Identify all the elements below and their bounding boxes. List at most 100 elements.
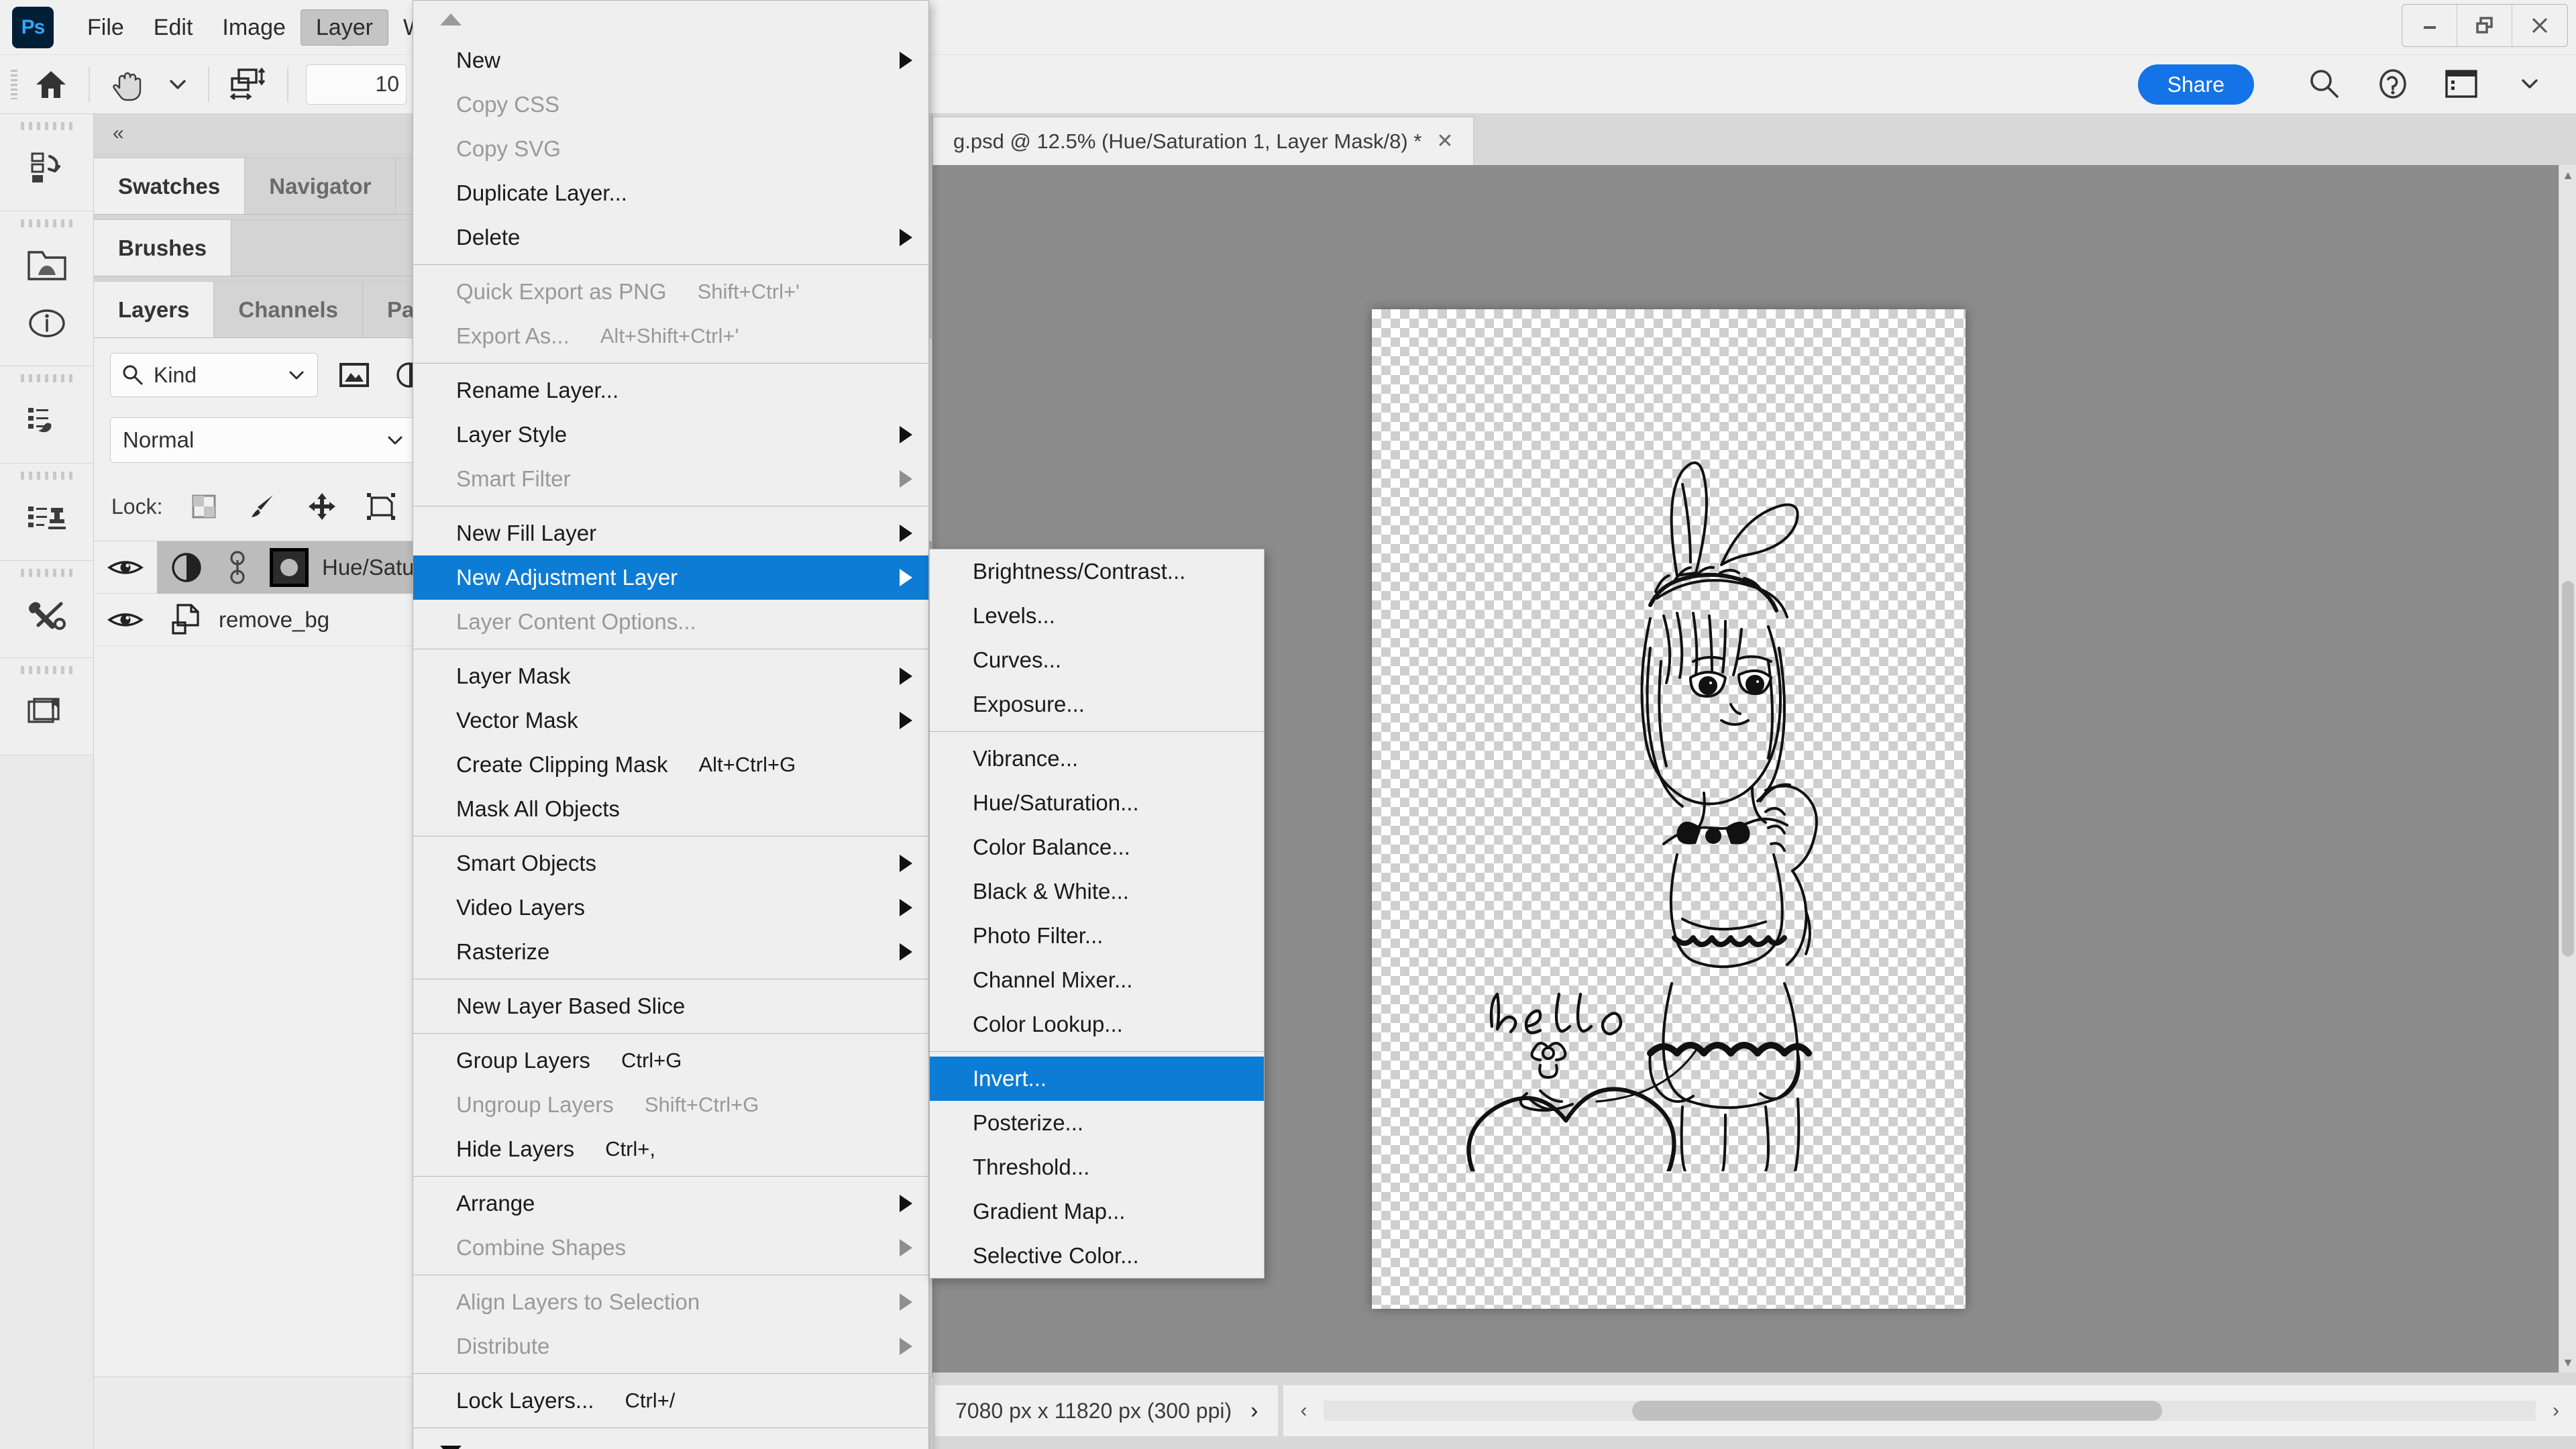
tool-options-chevron[interactable] [157,55,199,114]
close-icon[interactable]: ✕ [1436,129,1453,153]
lock-position-button[interactable] [305,489,339,524]
rail-group-brush-presets[interactable] [0,366,93,464]
active-tool-button[interactable] [99,55,157,114]
workspace-chevron[interactable] [2510,64,2549,103]
brush-presets-icon[interactable] [13,392,80,449]
scroll-up-arrow-icon[interactable]: ▲ [2559,165,2576,185]
layer-comps-icon[interactable] [13,684,80,741]
menubar-item-edit[interactable]: Edit [139,10,208,45]
minimize-button[interactable] [2402,5,2457,46]
layer-menu-item-video-layers[interactable]: Video Layers [413,885,928,930]
rail-group-clone-source[interactable] [0,464,93,561]
menubar-item-image[interactable]: Image [207,10,301,45]
menu-scroll-down[interactable] [413,1433,928,1449]
adjustment-menu-item-invert[interactable]: Invert... [930,1057,1264,1101]
layer-menu-item-rasterize[interactable]: Rasterize [413,930,928,974]
mask-link-icon[interactable] [219,549,256,586]
rail-grip[interactable] [21,122,73,130]
rail-grip[interactable] [21,666,73,674]
lock-image-pixels-button[interactable] [246,489,280,524]
layer-menu-item-new-adjustment-layer[interactable]: New Adjustment Layer [413,555,928,600]
tool-presets-icon[interactable] [13,586,80,644]
rail-grip[interactable] [21,219,73,227]
filter-pixel-layers-button[interactable] [335,356,373,394]
rail-group-libraries[interactable] [0,211,93,366]
adjustment-menu-item-hue-saturation[interactable]: Hue/Saturation... [930,781,1264,825]
scroll-left-arrow-icon[interactable]: ‹ [1283,1399,1324,1422]
lock-artboard-nesting-button[interactable] [364,489,398,524]
new-adjustment-layer-submenu[interactable]: Brightness/Contrast...Levels...Curves...… [929,549,1265,1279]
share-button[interactable]: Share [2138,64,2254,105]
canvas-horizontal-scrollbar[interactable]: ‹ › [1283,1385,2576,1436]
adjustment-menu-item-posterize[interactable]: Posterize... [930,1101,1264,1145]
menubar-item-layer[interactable]: Layer [301,9,388,46]
layer-menu-item-vector-mask[interactable]: Vector Mask [413,698,928,743]
tab-layers[interactable]: Layers [94,281,214,337]
tab-swatches[interactable]: Swatches [94,158,245,214]
restore-button[interactable] [2457,5,2512,46]
scrollbar-thumb[interactable] [2562,581,2574,957]
rail-grip[interactable] [21,569,73,577]
scrollbar-thumb[interactable] [1632,1401,2162,1421]
adjustment-halfcircle-icon[interactable] [168,549,205,586]
zoom-input[interactable]: 10 [306,64,407,105]
adjustment-menu-item-color-lookup[interactable]: Color Lookup... [930,1002,1264,1046]
close-button[interactable] [2512,5,2567,46]
adjustment-menu-item-curves[interactable]: Curves... [930,638,1264,682]
clone-source-icon[interactable] [13,489,80,547]
adjustment-menu-item-photo-filter[interactable]: Photo Filter... [930,914,1264,958]
home-button[interactable] [23,55,79,114]
layer-menu-item-rename-layer[interactable]: Rename Layer... [413,368,928,413]
adjustment-menu-item-vibrance[interactable]: Vibrance... [930,737,1264,781]
layer-menu-dropdown[interactable]: NewCopy CSSCopy SVGDuplicate Layer...Del… [413,0,929,1449]
layer-menu-item-duplicate-layer[interactable]: Duplicate Layer... [413,171,928,215]
document-info[interactable]: 7080 px x 11820 px (300 ppi) › [935,1385,1278,1436]
layer-menu-item-new-layer-based-slice[interactable]: New Layer Based Slice [413,984,928,1028]
scrollbar-track[interactable] [1324,1401,2536,1421]
lock-transparent-pixels-button[interactable] [186,489,221,524]
menu-scroll-up[interactable] [413,1,928,38]
layer-menu-item-delete[interactable]: Delete [413,215,928,260]
adjustment-menu-item-brightness-contrast[interactable]: Brightness/Contrast... [930,549,1264,594]
layer-menu-item-lock-layers[interactable]: Lock Layers...Ctrl+/ [413,1379,928,1423]
blend-mode-select[interactable]: Normal [110,417,419,463]
document-canvas[interactable] [1372,309,1966,1309]
rail-group-history[interactable] [0,114,93,211]
adjustment-menu-item-gradient-map[interactable]: Gradient Map... [930,1189,1264,1234]
info-circle-icon[interactable] [13,294,80,352]
tab-brushes[interactable]: Brushes [94,219,231,276]
rail-grip[interactable] [21,472,73,480]
layer-menu-item-new[interactable]: New [413,38,928,83]
help-button[interactable] [2373,64,2412,103]
document-tab[interactable]: g.psd @ 12.5% (Hue/Saturation 1, Layer M… [932,117,1474,165]
layer-menu-item-smart-objects[interactable]: Smart Objects [413,841,928,885]
smart-object-icon[interactable] [168,601,205,639]
adjustment-menu-item-threshold[interactable]: Threshold... [930,1145,1264,1189]
layer-menu-item-layer-mask[interactable]: Layer Mask [413,654,928,698]
adjustment-menu-item-color-balance[interactable]: Color Balance... [930,825,1264,869]
adjustment-menu-item-channel-mixer[interactable]: Channel Mixer... [930,958,1264,1002]
chevron-right-icon[interactable]: › [1250,1398,1258,1424]
layer-menu-item-layer-style[interactable]: Layer Style [413,413,928,457]
scroll-right-arrow-icon[interactable]: › [2536,1399,2576,1422]
layer-menu-item-arrange[interactable]: Arrange [413,1181,928,1226]
layer-kind-filter[interactable]: Kind [110,353,318,397]
layer-menu-item-create-clipping-mask[interactable]: Create Clipping MaskAlt+Ctrl+G [413,743,928,787]
adjustment-menu-item-exposure[interactable]: Exposure... [930,682,1264,727]
rail-group-tool-presets[interactable] [0,561,93,658]
menubar-item-file[interactable]: File [72,10,139,45]
adjustment-menu-item-levels[interactable]: Levels... [930,594,1264,638]
history-actions-icon[interactable] [13,140,80,197]
canvas-vertical-scrollbar[interactable]: ▲ ▼ [2559,165,2576,1373]
workspace-switcher-button[interactable] [2442,64,2481,103]
layer-menu-item-group-layers[interactable]: Group LayersCtrl+G [413,1038,928,1083]
scroll-down-arrow-icon[interactable]: ▼ [2559,1352,2576,1373]
libraries-folder-icon[interactable] [13,237,80,294]
rail-group-layer-comps[interactable] [0,658,93,755]
tab-navigator[interactable]: Navigator [245,158,396,214]
layer-visibility-toggle[interactable] [94,608,157,632]
layer-menu-item-new-fill-layer[interactable]: New Fill Layer [413,511,928,555]
layer-menu-item-mask-all-objects[interactable]: Mask All Objects [413,787,928,831]
layer-menu-item-hide-layers[interactable]: Hide LayersCtrl+, [413,1127,928,1171]
adjustment-menu-item-black-white[interactable]: Black & White... [930,869,1264,914]
